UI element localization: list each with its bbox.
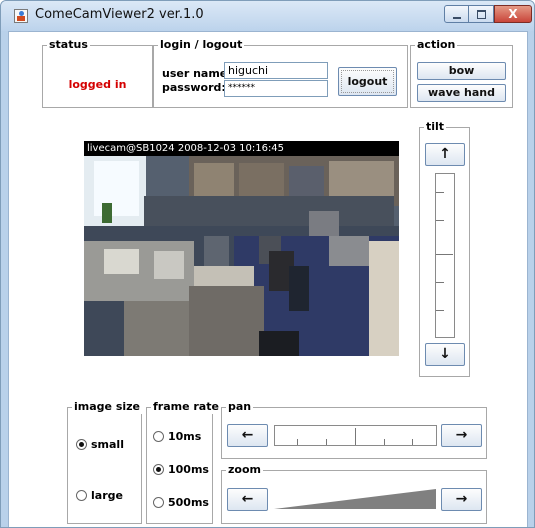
arrow-left-icon: ← — [241, 427, 254, 443]
login-status-text: logged in — [68, 78, 127, 91]
action-group-title: action — [415, 38, 458, 52]
image-size-small-radio[interactable] — [76, 439, 87, 450]
java-app-icon — [14, 9, 28, 23]
image-size-large-label[interactable]: large — [91, 489, 123, 502]
arrow-right-icon: → — [455, 427, 468, 443]
image-size-group-title: image size — [72, 400, 142, 414]
office-camera-image — [84, 141, 399, 356]
image-size-group: image size small large — [67, 400, 142, 524]
tilt-tick — [436, 192, 444, 193]
frame-rate-500ms-radio[interactable] — [153, 497, 164, 508]
action-group: action bow wave hand — [410, 38, 513, 108]
window-title: ComeCamViewer2 ver.1.0 — [35, 7, 204, 22]
tilt-tick — [436, 220, 444, 221]
pan-group: pan ← → — [221, 400, 487, 459]
focus-ring — [341, 70, 394, 93]
tilt-tick — [436, 254, 453, 255]
tilt-down-button[interactable]: ↓ — [425, 343, 465, 366]
tilt-tick — [436, 310, 444, 311]
wave-hand-button[interactable]: wave hand — [417, 84, 506, 102]
pan-group-title: pan — [226, 400, 254, 414]
zoom-level-indicator — [274, 489, 436, 509]
tilt-slider[interactable] — [435, 173, 455, 338]
login-group-title: login / logout — [158, 38, 245, 52]
main-panel: status logged in login / logout user nam… — [8, 31, 528, 527]
pan-tick — [412, 439, 413, 445]
frame-rate-10ms-label[interactable]: 10ms — [168, 430, 201, 443]
pan-tick — [384, 439, 385, 445]
frame-rate-group-title: frame rate — [151, 400, 221, 414]
user-name-field[interactable]: higuchi — [224, 62, 328, 79]
pan-tick — [297, 439, 298, 445]
pan-tick — [326, 439, 327, 445]
image-size-small-label[interactable]: small — [91, 438, 124, 451]
arrow-up-icon: ↑ — [439, 146, 451, 162]
status-group-title: status — [47, 38, 90, 52]
bow-button[interactable]: bow — [417, 62, 506, 80]
maximize-button[interactable] — [469, 5, 494, 23]
close-button[interactable]: X — [494, 5, 532, 23]
pan-slider[interactable] — [274, 425, 437, 446]
arrow-down-icon: ↓ — [439, 346, 451, 362]
zoom-in-button[interactable]: → — [441, 488, 482, 511]
camera-timestamp: livecam@SB1024 2008-12-03 10:16:45 — [84, 141, 399, 156]
password-field[interactable]: ****** — [224, 80, 328, 97]
frame-rate-10ms-radio[interactable] — [153, 431, 164, 442]
image-size-large-radio[interactable] — [76, 490, 87, 501]
pan-right-button[interactable]: → — [441, 424, 482, 447]
tilt-group-title: tilt — [424, 120, 447, 134]
user-name-label: user name: — [162, 67, 232, 80]
arrow-left-icon: ← — [241, 491, 254, 507]
bow-button-label: bow — [448, 64, 475, 77]
arrow-right-icon: → — [455, 491, 468, 507]
tilt-up-button[interactable]: ↑ — [425, 143, 465, 166]
app-window: ComeCamViewer2 ver.1.0 X status logged i… — [0, 0, 535, 528]
zoom-out-button[interactable]: ← — [227, 488, 268, 511]
status-group: status logged in — [42, 38, 153, 108]
frame-rate-100ms-label[interactable]: 100ms — [168, 463, 209, 476]
login-group: login / logout user name: higuchi passwo… — [153, 38, 408, 108]
tilt-group: tilt ↑ ↓ — [419, 120, 470, 377]
frame-rate-100ms-radio[interactable] — [153, 464, 164, 475]
minimize-button[interactable] — [444, 5, 469, 23]
wave-hand-button-label: wave hand — [427, 86, 495, 99]
tilt-tick — [436, 282, 444, 283]
camera-view: livecam@SB1024 2008-12-03 10:16:45 — [84, 141, 399, 356]
title-bar[interactable]: ComeCamViewer2 ver.1.0 X — [1, 1, 534, 31]
logout-button[interactable]: logout — [338, 67, 397, 96]
zoom-group-title: zoom — [226, 463, 263, 477]
pan-left-button[interactable]: ← — [227, 424, 268, 447]
pan-tick — [355, 428, 356, 445]
zoom-group: zoom ← → — [221, 463, 487, 524]
frame-rate-group: frame rate 10ms 100ms 500ms — [146, 400, 221, 524]
frame-rate-500ms-label[interactable]: 500ms — [168, 496, 209, 509]
password-label: password: — [162, 81, 226, 94]
